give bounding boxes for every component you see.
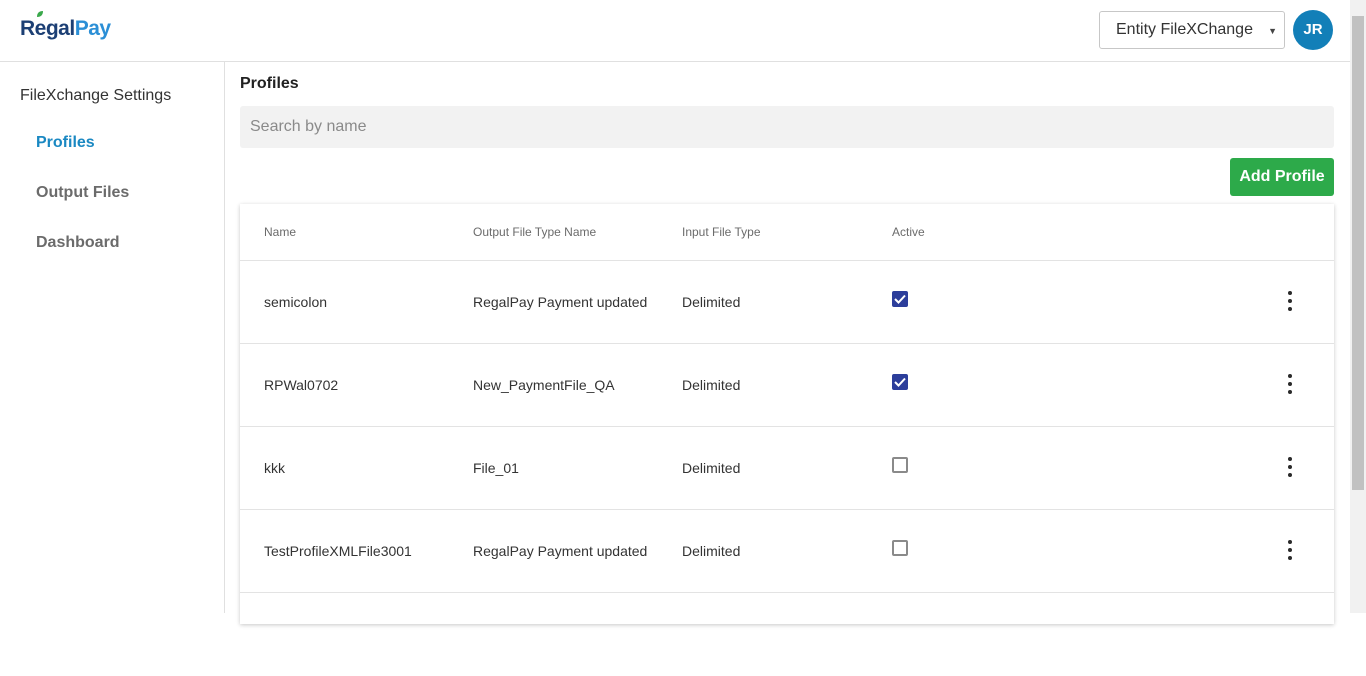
cell-input-file-type: Delimited (682, 377, 741, 393)
regalpay-logo[interactable]: RegalPay (20, 11, 111, 41)
cell-name: semicolon (264, 294, 328, 310)
more-options-icon[interactable] (1280, 289, 1300, 313)
logo-regal-text: Regal (20, 17, 75, 40)
scrollbar-thumb[interactable] (1352, 16, 1364, 490)
table-row[interactable] (240, 593, 1334, 676)
caret-down-icon: ▼ (1268, 26, 1277, 36)
sidebar-heading: FileXchange Settings (20, 87, 172, 104)
check-icon (894, 377, 906, 387)
active-checkbox[interactable] (892, 374, 908, 390)
cell-name: TestProfileXMLFile3001 (264, 543, 412, 559)
logo-pay-text: Pay (74, 17, 111, 40)
cell-name: kkk (264, 460, 285, 476)
active-checkbox[interactable] (892, 457, 908, 473)
page-title: Profiles (240, 75, 299, 92)
cell-output-file-type: New_PaymentFile_QA (473, 377, 615, 393)
cell-name: RPWal0702 (264, 377, 339, 393)
main-content: Profiles Add Profile Name Output File Ty… (240, 62, 1334, 624)
sidebar: FileXchange Settings Profiles Output Fil… (0, 62, 225, 613)
more-options-icon[interactable] (1280, 538, 1300, 562)
column-header-active[interactable]: Active (892, 225, 925, 239)
entity-select[interactable]: Entity FileXChange ▼ (1099, 11, 1285, 49)
entity-select-value: Entity FileXChange (1116, 21, 1253, 38)
sidebar-item-dashboard[interactable]: Dashboard (36, 234, 120, 252)
table-header: Name Output File Type Name Input File Ty… (240, 204, 1334, 261)
profiles-table: Name Output File Type Name Input File Ty… (240, 204, 1334, 624)
table-row[interactable]: semicolon RegalPay Payment updated Delim… (240, 261, 1334, 344)
column-header-input-file-type[interactable]: Input File Type (682, 225, 761, 239)
more-options-icon[interactable] (1280, 455, 1300, 479)
cell-output-file-type: File_01 (473, 460, 519, 476)
cell-input-file-type: Delimited (682, 294, 741, 310)
cell-input-file-type: Delimited (682, 460, 741, 476)
search-input[interactable] (240, 106, 1334, 148)
sidebar-item-output-files[interactable]: Output Files (36, 184, 129, 202)
cell-input-file-type: Delimited (682, 543, 741, 559)
active-checkbox[interactable] (892, 291, 908, 307)
sidebar-item-profiles[interactable]: Profiles (36, 134, 95, 152)
check-icon (894, 294, 906, 304)
table-row[interactable]: kkk File_01 Delimited (240, 427, 1334, 510)
column-header-output-file-type[interactable]: Output File Type Name (473, 225, 596, 239)
more-options-icon[interactable] (1280, 372, 1300, 396)
table-row[interactable]: TestProfileXMLFile3001 RegalPay Payment … (240, 510, 1334, 593)
add-profile-button[interactable]: Add Profile (1230, 158, 1334, 196)
leaf-icon (37, 11, 43, 17)
user-avatar[interactable]: JR (1293, 10, 1333, 50)
top-bar: RegalPay Entity FileXChange ▼ JR (0, 0, 1350, 62)
cell-output-file-type: RegalPay Payment updated (473, 294, 648, 310)
table-row[interactable]: RPWal0702 New_PaymentFile_QA Delimited (240, 344, 1334, 427)
active-checkbox[interactable] (892, 540, 908, 556)
column-header-name[interactable]: Name (264, 225, 296, 239)
page-scrollbar[interactable] (1350, 0, 1366, 613)
cell-output-file-type: RegalPay Payment updated (473, 543, 648, 559)
